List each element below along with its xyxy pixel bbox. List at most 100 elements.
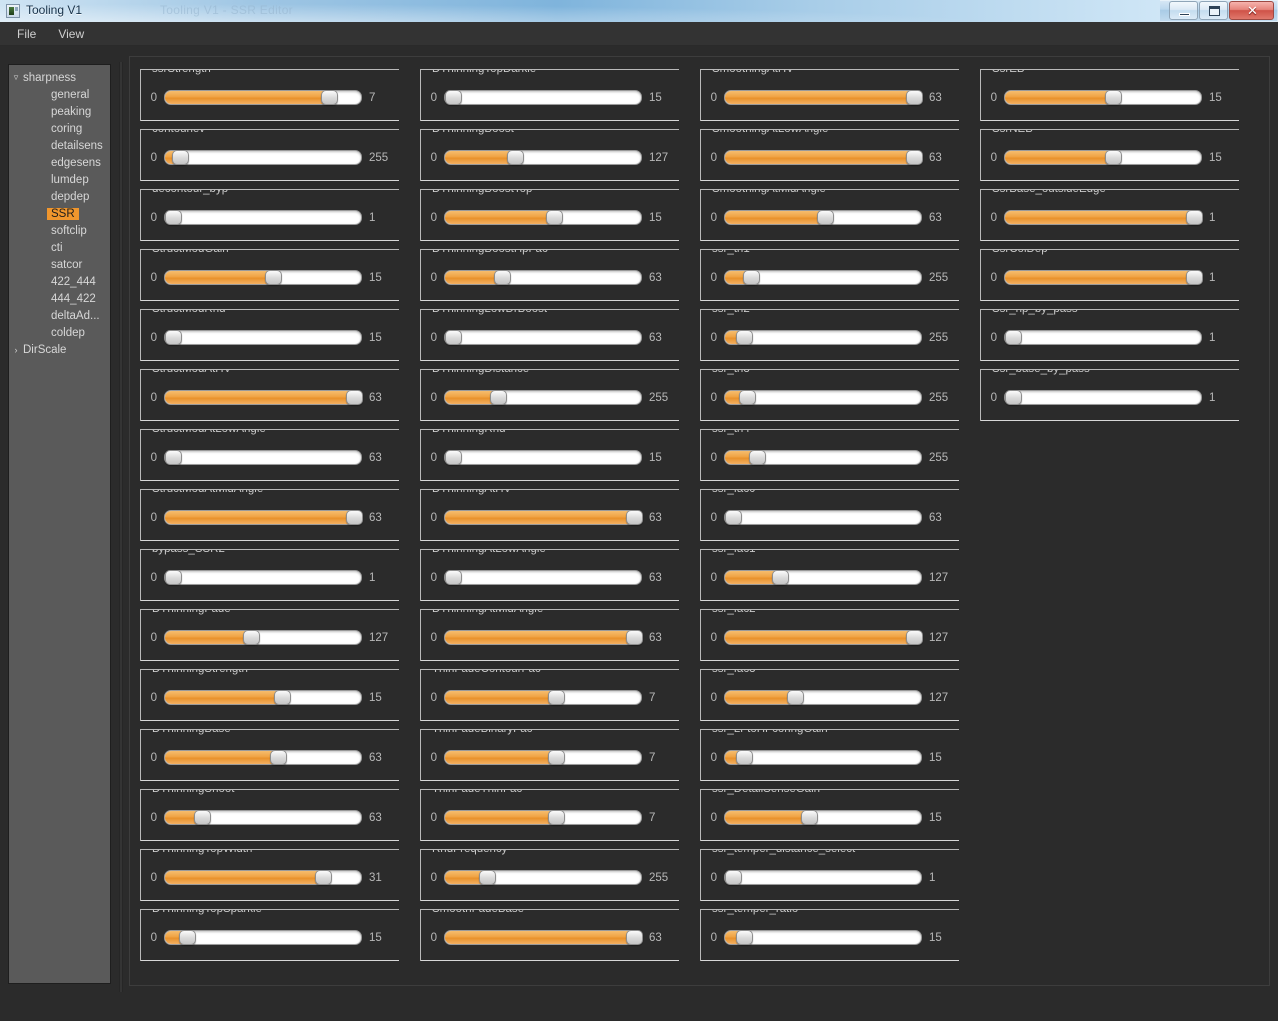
slider-track-ssr_temper_ratio[interactable] bbox=[724, 930, 922, 945]
slider-track-SmoothingAtHV[interactable] bbox=[724, 90, 923, 105]
slider-handle[interactable] bbox=[165, 330, 182, 345]
slider-track-DThinningBoostTop[interactable] bbox=[444, 210, 642, 225]
menu-view[interactable]: View bbox=[49, 24, 93, 44]
slider-track-ssr_fac1[interactable] bbox=[724, 570, 922, 585]
slider-handle[interactable] bbox=[445, 90, 462, 105]
slider-handle[interactable] bbox=[179, 930, 196, 945]
slider-track-DThinningBoostHpFac[interactable] bbox=[444, 270, 642, 285]
slider-handle[interactable] bbox=[817, 210, 834, 225]
slider-track-SmoothFadeBase[interactable] bbox=[444, 930, 643, 945]
slider-handle[interactable] bbox=[165, 210, 182, 225]
slider-handle[interactable] bbox=[194, 810, 211, 825]
minimize-button[interactable] bbox=[1169, 1, 1198, 20]
slider-handle[interactable] bbox=[479, 870, 496, 885]
sidebar-item-depdep[interactable]: depdep bbox=[9, 188, 110, 205]
slider-track-ssr_fac2[interactable] bbox=[724, 630, 923, 645]
slider-track-SmoothingAtMidAngle[interactable] bbox=[724, 210, 922, 225]
slider-track-bypass_SSR2[interactable] bbox=[164, 570, 362, 585]
slider-track-DThinningAtHV[interactable] bbox=[444, 510, 643, 525]
slider-track-ssr_fac3[interactable] bbox=[724, 690, 922, 705]
slider-handle[interactable] bbox=[906, 150, 923, 165]
slider-track-DThinningBoost[interactable] bbox=[444, 150, 642, 165]
slider-track-DThinningAtLowAngle[interactable] bbox=[444, 570, 642, 585]
slider-handle[interactable] bbox=[725, 510, 742, 525]
slider-handle[interactable] bbox=[1186, 210, 1203, 225]
slider-handle[interactable] bbox=[346, 390, 363, 405]
slider-track-DThinningStrength[interactable] bbox=[164, 690, 362, 705]
sidebar-item-peaking[interactable]: peaking bbox=[9, 103, 110, 120]
slider-handle[interactable] bbox=[270, 750, 287, 765]
slider-track-DThinningBase[interactable] bbox=[164, 750, 362, 765]
slider-track-ssr_fac0[interactable] bbox=[724, 510, 922, 525]
menu-file[interactable]: File bbox=[8, 24, 45, 44]
slider-handle[interactable] bbox=[725, 870, 742, 885]
slider-handle[interactable] bbox=[736, 930, 753, 945]
sidebar-item-422-444[interactable]: 422_444 bbox=[9, 273, 110, 290]
slider-handle[interactable] bbox=[274, 690, 291, 705]
slider-track-StructModRnd[interactable] bbox=[164, 330, 362, 345]
splitter-handle[interactable] bbox=[119, 62, 123, 992]
tree-root-sharpness[interactable]: ▿ sharpness bbox=[9, 69, 110, 86]
slider-handle[interactable] bbox=[801, 810, 818, 825]
slider-track-SsrNEB[interactable] bbox=[1004, 150, 1202, 165]
slider-handle[interactable] bbox=[346, 510, 363, 525]
slider-track-ThinFadeBinaryFac[interactable] bbox=[444, 750, 642, 765]
slider-track-DThinningDistance[interactable] bbox=[444, 390, 642, 405]
slider-track-SsrColDep[interactable] bbox=[1004, 270, 1203, 285]
sidebar-item-detailsens[interactable]: detailsens bbox=[9, 137, 110, 154]
slider-track-ssr_th1[interactable] bbox=[724, 270, 922, 285]
slider-track-DThinningLowDrBoost[interactable] bbox=[444, 330, 642, 345]
slider-handle[interactable] bbox=[772, 570, 789, 585]
slider-handle[interactable] bbox=[445, 450, 462, 465]
slider-track-RndFrequency[interactable] bbox=[444, 870, 642, 885]
sidebar-item-coldep[interactable]: coldep bbox=[9, 324, 110, 341]
slider-track-DThinningShoot[interactable] bbox=[164, 810, 362, 825]
slider-track-ThinFadeThinFac[interactable] bbox=[444, 810, 642, 825]
slider-handle[interactable] bbox=[165, 570, 182, 585]
slider-handle[interactable] bbox=[906, 90, 923, 105]
slider-handle[interactable] bbox=[626, 630, 643, 645]
slider-handle[interactable] bbox=[321, 90, 338, 105]
maximize-button[interactable] bbox=[1199, 1, 1228, 20]
sidebar-item-deltaad[interactable]: deltaAd... bbox=[9, 307, 110, 324]
sidebar-item-lumdep[interactable]: lumdep bbox=[9, 171, 110, 188]
slider-track-DThinningRnd[interactable] bbox=[444, 450, 642, 465]
sidebar-item-ssr[interactable]: SSR bbox=[9, 205, 110, 222]
slider-handle[interactable] bbox=[548, 690, 565, 705]
sidebar-item-cti[interactable]: cti bbox=[9, 239, 110, 256]
slider-handle[interactable] bbox=[1105, 90, 1122, 105]
window-titlebar[interactable]: Tooling V1 - SSR Editor Tooling V1 ✕ bbox=[0, 0, 1278, 22]
slider-track-ssrStrength[interactable] bbox=[164, 90, 362, 105]
slider-handle[interactable] bbox=[243, 630, 260, 645]
sidebar-item-general[interactable]: general bbox=[9, 86, 110, 103]
slider-handle[interactable] bbox=[787, 690, 804, 705]
slider-handle[interactable] bbox=[906, 630, 923, 645]
slider-handle[interactable] bbox=[494, 270, 511, 285]
slider-track-ssr_LFtoHFcoringGain[interactable] bbox=[724, 750, 922, 765]
slider-track-ssr_th4[interactable] bbox=[724, 450, 922, 465]
slider-track-DThinningFade[interactable] bbox=[164, 630, 362, 645]
sidebar-item-softclip[interactable]: softclip bbox=[9, 222, 110, 239]
slider-track-ThinFadeContourFac[interactable] bbox=[444, 690, 642, 705]
sidebar-item-coring[interactable]: coring bbox=[9, 120, 110, 137]
slider-handle[interactable] bbox=[445, 570, 462, 585]
slider-handle[interactable] bbox=[315, 870, 332, 885]
slider-handle[interactable] bbox=[739, 390, 756, 405]
slider-track-StructModAtMidAngle[interactable] bbox=[164, 510, 363, 525]
slider-handle[interactable] bbox=[626, 510, 643, 525]
slider-track-contourlev[interactable] bbox=[164, 150, 362, 165]
slider-handle[interactable] bbox=[445, 330, 462, 345]
slider-handle[interactable] bbox=[749, 450, 766, 465]
sidebar-item-edgesens[interactable]: edgesens bbox=[9, 154, 110, 171]
slider-track-DThinningTopSparkle[interactable] bbox=[164, 930, 362, 945]
close-button[interactable]: ✕ bbox=[1229, 1, 1274, 20]
slider-handle[interactable] bbox=[1005, 330, 1022, 345]
slider-handle[interactable] bbox=[548, 810, 565, 825]
sidebar-item-444-422[interactable]: 444_422 bbox=[9, 290, 110, 307]
slider-track-SsrBase_outsideEdge[interactable] bbox=[1004, 210, 1203, 225]
slider-handle[interactable] bbox=[165, 450, 182, 465]
app-icon[interactable] bbox=[6, 4, 20, 18]
slider-track-DThinningAtMidAngle[interactable] bbox=[444, 630, 643, 645]
slider-handle[interactable] bbox=[507, 150, 524, 165]
slider-track-SmoothingAtLowAngle[interactable] bbox=[724, 150, 923, 165]
